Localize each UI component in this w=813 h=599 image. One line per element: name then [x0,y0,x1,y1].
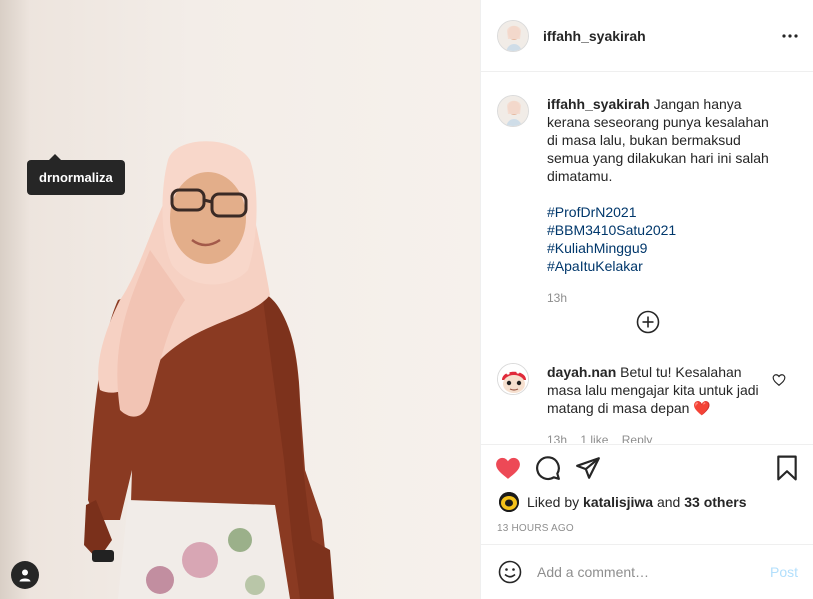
more-options-button[interactable] [780,26,800,46]
like-comment-button[interactable] [772,373,786,387]
comment-input[interactable] [537,564,770,580]
likes-summary: Liked by katalisjiwa and 33 others [499,492,746,512]
hashtag-link[interactable]: #KuliahMinggu9 [547,239,779,257]
action-icons-row [495,455,601,481]
post-actions: Liked by katalisjiwa and 33 others 13 HO… [481,444,813,544]
author-username[interactable]: iffahh_syakirah [543,28,646,44]
comment-item: dayah.nan Betul tu! Kesalahan masa lalu … [497,363,779,443]
hashtag-list: #ProfDrN2021 #BBM3410Satu2021 #KuliahMin… [547,203,779,275]
comment-time: 13h [547,433,568,443]
comments-list[interactable]: iffahh_syakirah Jangan hanya kerana sese… [481,73,813,443]
liked-by-user[interactable]: katalisjiwa [583,494,653,510]
comment-body: dayah.nan Betul tu! Kesalahan masa lalu … [547,363,779,443]
reply-button[interactable]: Reply [622,433,653,443]
caption-author-avatar[interactable] [497,95,529,127]
likes-others-link[interactable]: 33 others [684,494,746,510]
photo-subject [84,141,334,599]
caption: iffahh_syakirah Jangan hanya kerana sese… [497,95,779,307]
plus-circle-icon [636,310,660,334]
post-header: iffahh_syakirah [481,0,813,72]
like-button[interactable] [495,455,521,481]
add-comment-bar: Post [481,544,813,599]
avatar-image [499,492,519,512]
comment-meta: 13h 1 like Reply [547,431,779,443]
comment-button[interactable] [535,455,561,481]
commenter-username[interactable]: dayah.nan [547,364,616,380]
avatar-image [498,364,528,394]
liker-avatar[interactable] [499,492,519,512]
load-more-comments-button[interactable] [636,310,660,334]
hashtag-link[interactable]: #BBM3410Satu2021 [547,221,779,239]
post-photo[interactable]: drnormaliza [0,0,480,599]
tagged-users-button[interactable] [11,561,39,589]
share-icon [576,457,600,479]
caption-time: 13h [547,291,568,305]
hashtag-link[interactable]: #ProfDrN2021 [547,203,779,221]
emoji-icon [498,560,522,584]
comment-likes[interactable]: 1 like [580,433,608,443]
caption-body: iffahh_syakirah Jangan hanya kerana sese… [547,95,779,307]
post-comment-button[interactable]: Post [770,564,798,580]
heart-outline-icon [772,374,786,387]
bookmark-icon [777,455,797,481]
emoji-button[interactable] [497,559,523,585]
more-options-icon [782,34,798,38]
post-side-panel: iffahh_syakirah iffahh_syakirah Jangan h… [480,0,813,599]
user-tag-icon [19,569,31,582]
likes-and: and [656,494,681,510]
caption-username[interactable]: iffahh_syakirah [547,96,650,112]
liked-by-prefix: Liked by [527,494,580,510]
comment-icon [536,456,560,481]
avatar-image [498,96,528,126]
commenter-avatar[interactable] [497,363,529,395]
heart-filled-icon [496,457,520,479]
author-avatar[interactable] [497,19,529,52]
avatar-image [498,20,528,51]
red-heart-emoji: ❤️ [693,400,711,416]
hashtag-link[interactable]: #ApaItuKelakar [547,257,779,275]
post-timestamp[interactable]: 13 HOURS AGO [497,523,574,534]
share-button[interactable] [575,455,601,481]
user-tag-bubble[interactable]: drnormaliza [27,154,125,195]
save-button[interactable] [774,455,800,481]
post-dialog: drnormaliza iffahh_syakirah iffahh_syaki… [0,0,813,599]
